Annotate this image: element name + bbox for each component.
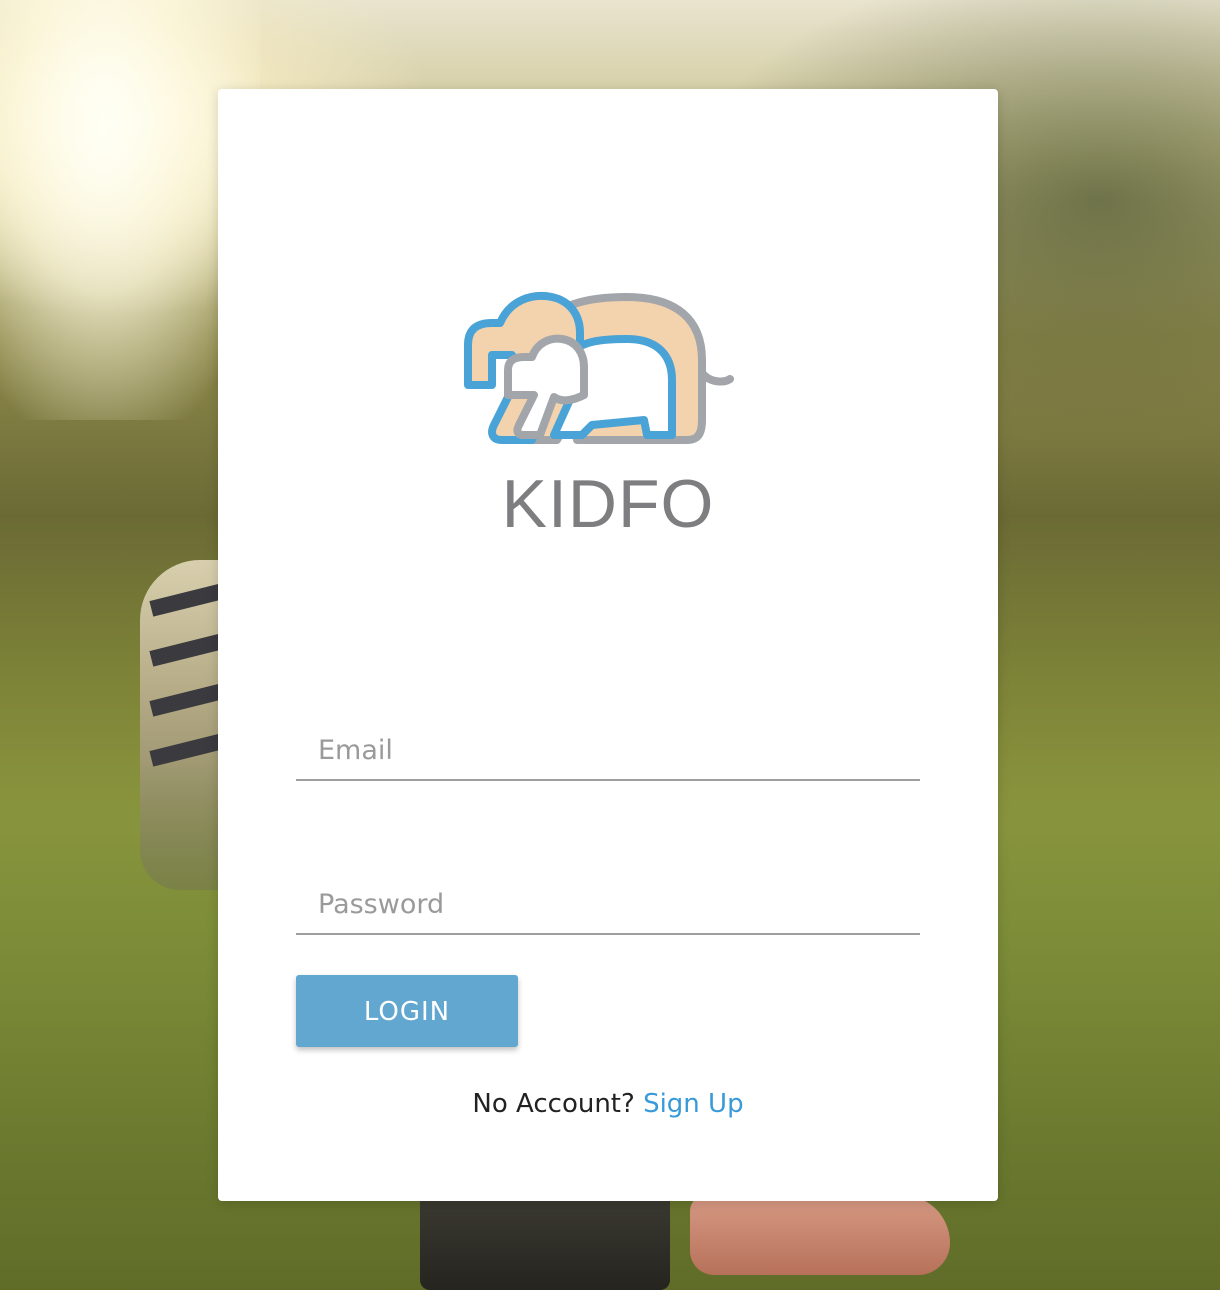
- large-elephant-tail: [698, 369, 734, 386]
- email-input[interactable]: [296, 721, 920, 781]
- password-field-container: [296, 855, 920, 935]
- no-account-text: No Account?: [472, 1089, 635, 1119]
- login-button[interactable]: LOGIN: [296, 975, 518, 1047]
- elephant-family-icon: [464, 292, 734, 444]
- login-card: KIDFO LOGIN No Account? Sign Up: [218, 89, 998, 1201]
- signup-row: No Account? Sign Up: [218, 1084, 998, 1124]
- password-input[interactable]: [296, 875, 920, 935]
- email-field-container: [296, 701, 920, 781]
- signup-link[interactable]: Sign Up: [643, 1089, 744, 1119]
- background-leg: [420, 1195, 670, 1290]
- background-foot: [690, 1195, 950, 1275]
- brand-name: KIDFO: [501, 466, 715, 542]
